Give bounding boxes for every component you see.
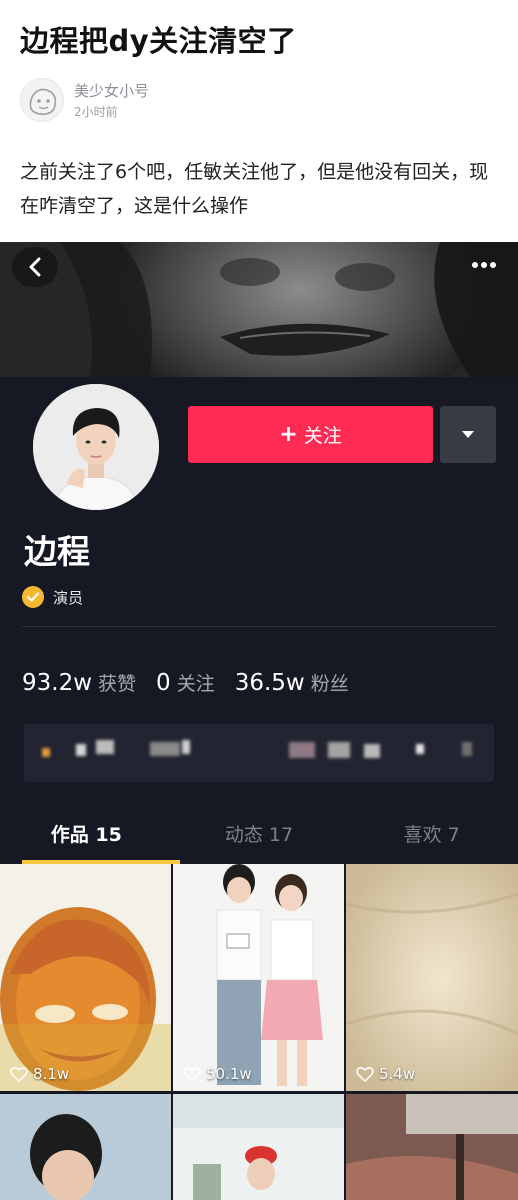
verified-badge: 演员	[22, 586, 83, 608]
caret-down-icon	[462, 431, 474, 438]
stat-value: 93.2w	[22, 670, 93, 696]
stat-likes[interactable]: 93.2w 获赞	[22, 669, 136, 696]
likes-count: 50.1w	[206, 1065, 252, 1083]
video-likes: 50.1w	[183, 1065, 252, 1083]
post-body: 之前关注了6个吧，任敏关注他了，但是他没有回关，现在咋清空了，这是什么操作	[20, 161, 489, 217]
tab-works[interactable]: 作品 15	[0, 802, 173, 864]
video-thumbnail[interactable]	[173, 1094, 344, 1200]
video-likes: 5.4w	[356, 1065, 415, 1083]
likes-count: 5.4w	[379, 1065, 416, 1083]
post-title: 边程把dy关注清空了	[20, 24, 297, 58]
profile-panel: + 关注 边程 演员 93.2w 获赞 0 关注 36.5w 粉丝 作品 15 …	[0, 377, 518, 1200]
video-thumbnail[interactable]: 8.1w	[0, 864, 171, 1091]
cover-image	[0, 242, 518, 377]
post-author[interactable]: 美少女小号 2小时前	[20, 78, 149, 122]
plus-icon: +	[279, 422, 298, 447]
stat-label: 关注	[176, 673, 215, 695]
likes-count: 8.1w	[33, 1065, 70, 1083]
follow-label: 关注	[303, 425, 342, 447]
video-grid: 8.1w 50.1w 5.4w	[0, 864, 518, 1200]
chevron-left-icon	[29, 257, 41, 277]
blurred-info-bar[interactable]	[24, 724, 494, 782]
video-thumbnail[interactable]: 5.4w	[346, 864, 518, 1091]
video-thumbnail[interactable]: 50.1w	[173, 864, 344, 1091]
heart-icon	[356, 1067, 374, 1082]
stat-value: 36.5w	[234, 670, 305, 696]
stat-value: 0	[156, 670, 171, 696]
video-thumbnail[interactable]	[346, 1094, 518, 1200]
profile-stats: 93.2w 获赞 0 关注 36.5w 粉丝	[22, 669, 369, 696]
more-dots-icon	[472, 262, 496, 268]
heart-icon	[183, 1067, 201, 1082]
post-time: 2小时前	[74, 105, 118, 119]
profile-name: 边程	[24, 532, 90, 571]
profile-cover	[0, 242, 518, 377]
stat-label: 获赞	[98, 673, 137, 695]
stat-followers[interactable]: 36.5w 粉丝	[235, 669, 349, 696]
author-avatar[interactable]	[20, 78, 64, 122]
video-thumbnail[interactable]	[0, 1094, 171, 1200]
more-button[interactable]	[462, 248, 506, 282]
stat-following[interactable]: 0 关注	[156, 669, 215, 696]
verified-check-icon	[22, 586, 44, 608]
verified-label: 演员	[53, 588, 84, 607]
stat-label: 粉丝	[310, 673, 349, 695]
back-button[interactable]	[12, 247, 58, 287]
post-header: 边程把dy关注清空了 美少女小号 2小时前 之前关注了6个吧，任敏关注他了，但是…	[0, 0, 518, 242]
tab-likes[interactable]: 喜欢 7	[345, 802, 518, 864]
follow-button[interactable]: + 关注	[188, 406, 433, 463]
divider	[22, 626, 496, 627]
profile-avatar[interactable]	[30, 381, 162, 513]
recommend-dropdown-button[interactable]	[440, 406, 496, 463]
author-name[interactable]: 美少女小号	[74, 80, 149, 101]
tab-moments[interactable]: 动态 17	[173, 802, 346, 864]
heart-icon	[10, 1067, 28, 1082]
video-likes: 8.1w	[10, 1065, 69, 1083]
profile-tabs: 作品 15 动态 17 喜欢 7	[0, 802, 518, 864]
